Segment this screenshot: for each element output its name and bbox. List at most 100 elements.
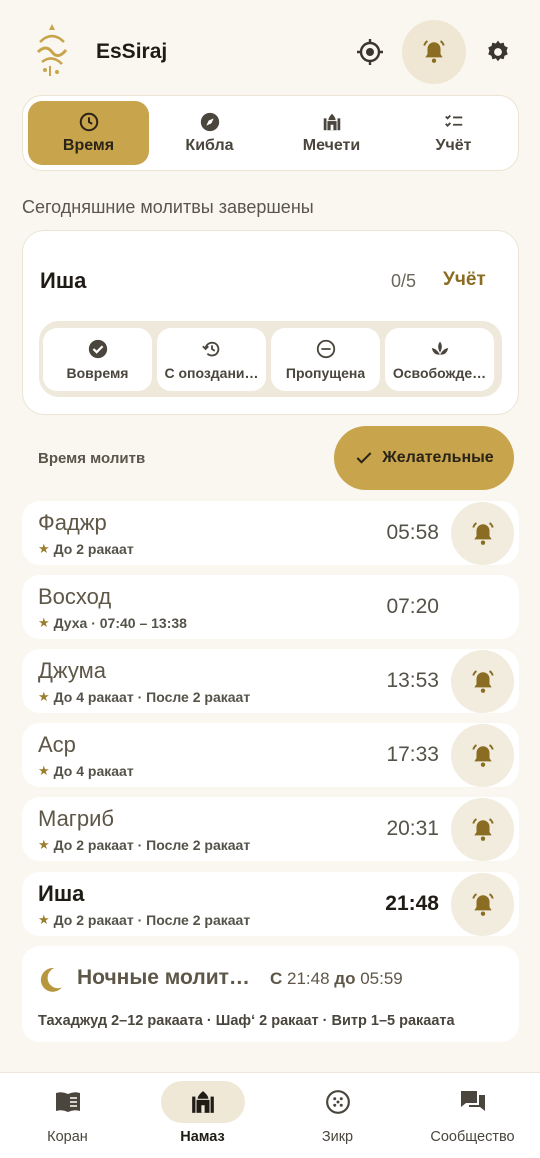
minus-circle-icon (316, 339, 335, 359)
prayer-count: 0/5 (391, 271, 417, 291)
night-prayers-title: Ночные молит… (77, 966, 250, 989)
night-prayers-details: Тахаджуд 2–12 ракаата · Шафʻ 2 ракаат · … (38, 1013, 455, 1029)
location-button[interactable] (338, 20, 402, 84)
tab-tracking[interactable]: Учёт (393, 101, 514, 165)
lotus-icon (431, 341, 448, 355)
prayer-sunnah: Духа · 07:40 – 13:38 (53, 615, 187, 631)
preferred-times-button[interactable]: Желательные (334, 426, 514, 490)
checklist-icon (444, 114, 462, 127)
prayer-alarm-button[interactable] (451, 724, 514, 787)
status-exempt-button[interactable]: Освобожде… (385, 328, 494, 391)
prayer-name: Джума (38, 658, 106, 683)
settings-button[interactable] (466, 20, 530, 84)
check-circle-icon (88, 339, 107, 359)
night-to-time: 05:59 (360, 969, 403, 988)
book-icon (55, 1092, 80, 1112)
prayer-alarm-button[interactable] (451, 798, 514, 861)
prayer-sunnah: До 2 ракаат · После 2 ракаат (53, 837, 251, 853)
status-missed-button[interactable]: Пропущена (271, 328, 380, 391)
bell-icon (471, 669, 494, 693)
prayer-sunnah: До 4 ракаат (53, 763, 134, 779)
prayer-times-label: Время молитв (38, 450, 146, 467)
status-late-button[interactable]: С опоздани… (157, 328, 266, 391)
prayer-row[interactable]: Иша ★ До 2 ракаат · После 2 ракаат 21:48 (22, 872, 519, 936)
check-icon (356, 452, 372, 464)
app-header: EsSiraj (0, 0, 540, 100)
prayer-alarm-button[interactable] (451, 502, 514, 565)
mosque-icon (323, 113, 340, 131)
top-tabs: Время Кибла Мечети Учёт (22, 95, 519, 171)
star-icon: ★ (38, 615, 50, 630)
bell-icon (471, 521, 494, 545)
compass-icon (200, 112, 219, 132)
prayer-row[interactable]: Аср ★ До 4 ракаат 17:33 (22, 723, 519, 787)
night-to-word: до (334, 969, 356, 988)
prayer-row[interactable]: Магриб ★ До 2 ракаат · После 2 ракаат 20:31 (22, 797, 519, 861)
nav-community[interactable]: Сообщество (405, 1081, 540, 1151)
prayer-row[interactable]: Фаджр ★ До 2 ракаат 05:58 (22, 501, 519, 565)
prayer-info: ★ До 2 ракаат (38, 541, 134, 557)
app-title: EsSiraj (96, 40, 168, 63)
mosque-icon (191, 1091, 214, 1113)
bottom-navigation: Коран Намаз Зикр Сообщество (0, 1072, 540, 1158)
clock-icon (79, 112, 98, 132)
star-icon: ★ (38, 837, 50, 852)
nav-label: Коран (47, 1129, 88, 1145)
tracking-link[interactable]: Учёт (443, 269, 486, 291)
prayer-info: ★ До 2 ракаат · После 2 ракаат (38, 837, 250, 853)
prayer-alarm-button[interactable] (451, 873, 514, 936)
bell-icon (471, 817, 494, 841)
night-from-word: С (270, 969, 283, 988)
night-prayers-card[interactable]: Ночные молит… С 21:48 до 05:59 Тахаджуд … (22, 946, 519, 1042)
prayer-info: ★ До 4 ракаат (38, 763, 134, 779)
night-prayers-range: С 21:48 до 05:59 (270, 969, 403, 989)
option-label: Освобожде… (392, 365, 487, 381)
chat-icon (460, 1091, 485, 1111)
tab-time[interactable]: Время (28, 101, 149, 165)
status-on-time-button[interactable]: Вовремя (43, 328, 152, 391)
prayer-info: ★ Духа · 07:40 – 13:38 (38, 615, 187, 631)
nav-quran[interactable]: Коран (0, 1081, 135, 1151)
tab-label: Мечети (302, 137, 361, 154)
prayer-info: ★ До 2 ракаат · После 2 ракаат (38, 912, 250, 928)
option-label: Пропущена (285, 365, 366, 381)
nav-dhikr[interactable]: Зикр (270, 1081, 405, 1151)
gear-icon (488, 40, 508, 62)
night-from-time: 21:48 (287, 969, 330, 988)
bell-icon (471, 892, 494, 916)
bell-icon (471, 743, 494, 767)
prayer-row[interactable]: Джума ★ До 4 ракаат · После 2 ракаат 13:53 (22, 649, 519, 713)
app-logo (32, 22, 72, 80)
star-icon: ★ (38, 689, 50, 704)
tab-label: Время (62, 137, 115, 154)
tab-mosques[interactable]: Мечети (271, 101, 392, 165)
tab-qibla[interactable]: Кибла (149, 101, 270, 165)
prayer-name: Фаджр (38, 510, 107, 535)
prayer-time: 13:53 (386, 669, 439, 692)
option-label: С опоздани… (164, 365, 259, 381)
star-icon: ★ (38, 912, 50, 927)
prayer-name: Магриб (38, 806, 114, 831)
prayers-status-title: Сегодняшние молитвы завершены (22, 197, 314, 217)
star-icon: ★ (38, 763, 50, 778)
prayer-time: 05:58 (386, 521, 439, 544)
prayer-status-options: Вовремя С опоздани… Пропущена Освобожде… (39, 321, 502, 397)
prayer-info: ★ До 4 ракаат · После 2 ракаат (38, 689, 250, 705)
nav-label: Зикр (321, 1129, 354, 1145)
current-prayer-name: Иша (40, 268, 87, 293)
nav-label: Сообщество (430, 1129, 515, 1145)
prayer-time: 21:48 (385, 892, 439, 915)
prayer-name: Аср (38, 732, 76, 757)
prayer-name: Иша (38, 881, 85, 906)
bell-icon (423, 40, 445, 63)
option-label: Вовремя (66, 365, 129, 381)
prayer-sunnah: До 2 ракаат (53, 541, 134, 557)
prayer-alarm-button[interactable] (451, 650, 514, 713)
tab-label: Учёт (435, 137, 472, 154)
notifications-button[interactable] (402, 20, 466, 84)
prayer-row[interactable]: Восход ★ Духа · 07:40 – 13:38 07:20 (22, 575, 519, 639)
prayer-name: Восход (38, 584, 112, 609)
prayer-time: 17:33 (386, 743, 439, 766)
star-icon: ★ (38, 541, 50, 556)
nav-namaz[interactable]: Намаз (135, 1081, 270, 1151)
